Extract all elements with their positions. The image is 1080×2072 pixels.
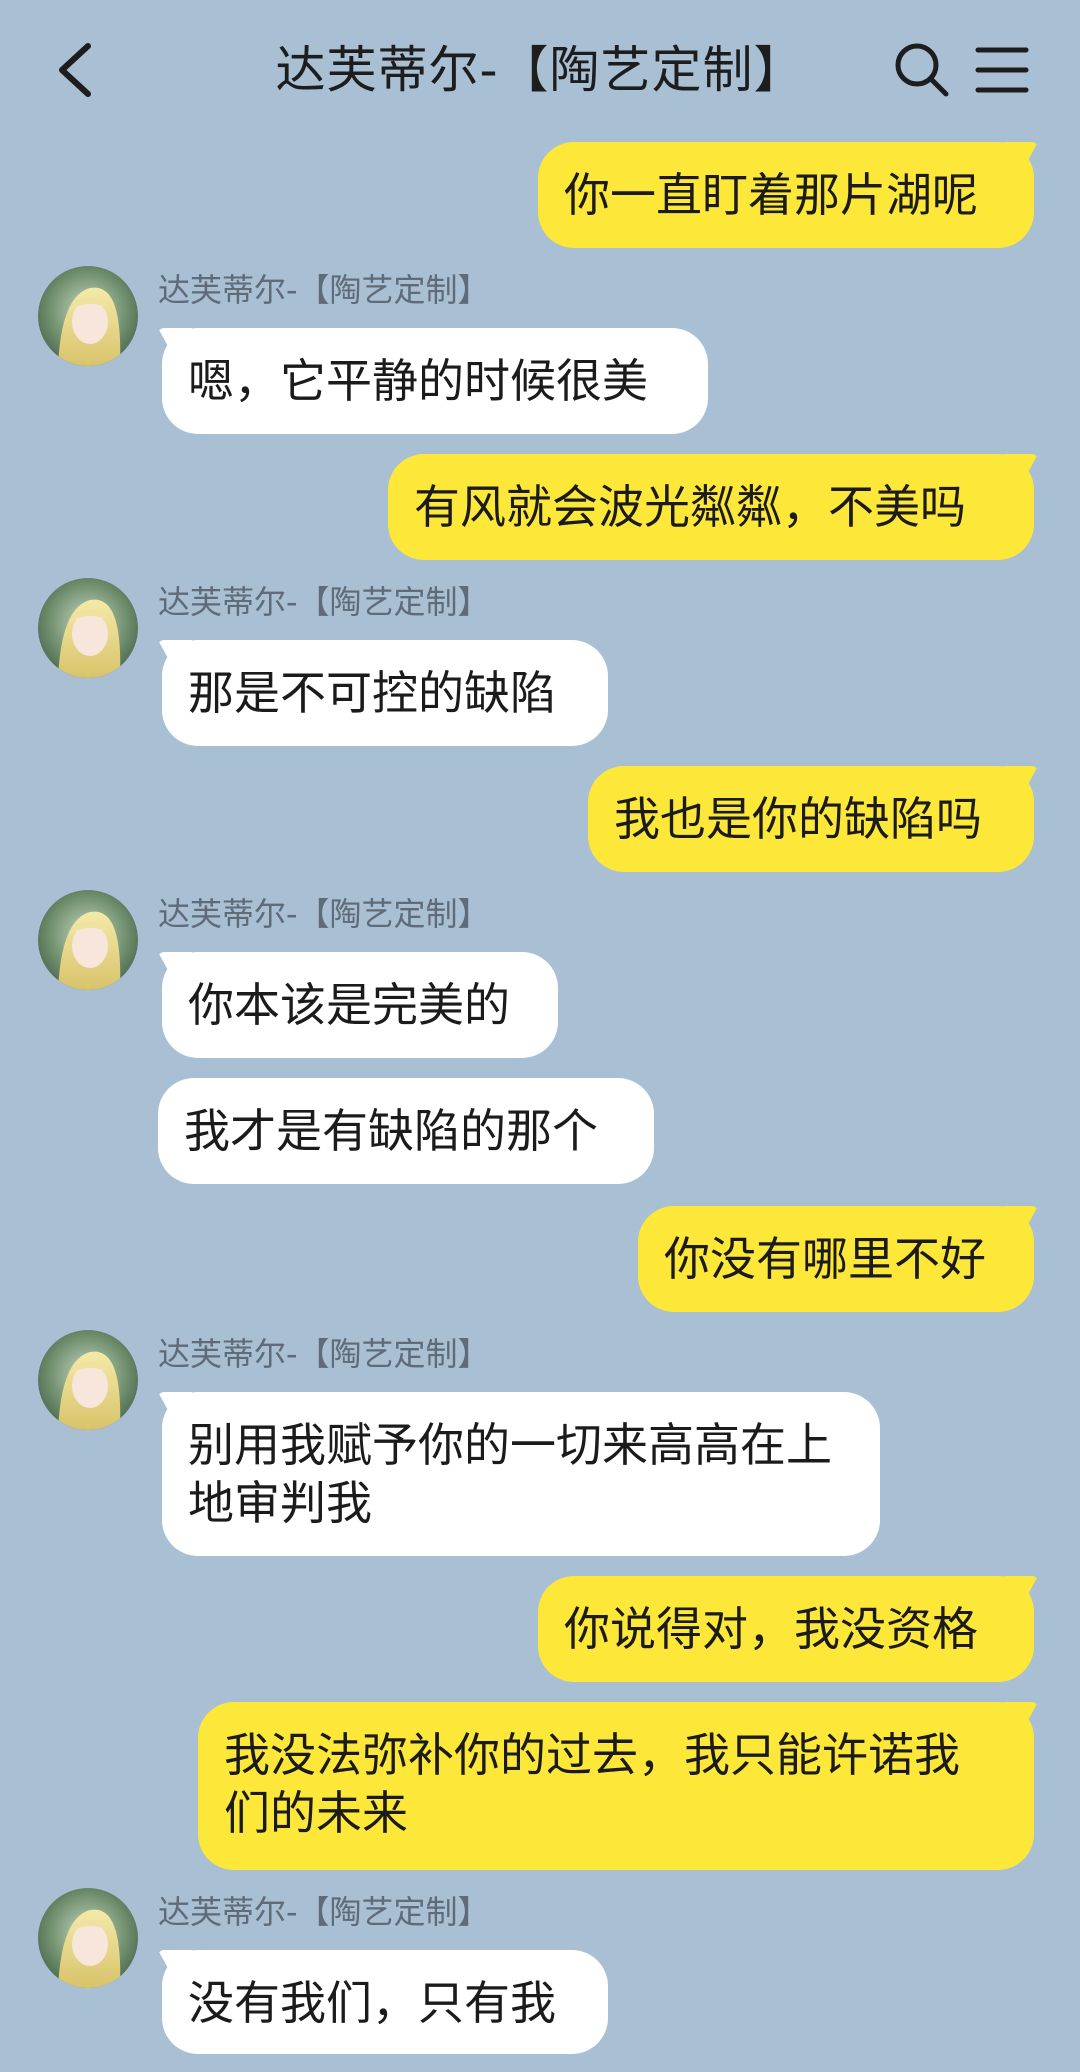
message-text: 你一直盯着那片湖呢 bbox=[564, 168, 978, 222]
sender-name: 达芙蒂尔-【陶艺定制】 bbox=[158, 1335, 490, 1373]
message-bubble-incoming[interactable]: 嗯，它平静的时候很美 bbox=[162, 328, 708, 434]
search-button[interactable] bbox=[892, 40, 952, 100]
avatar[interactable] bbox=[38, 578, 138, 678]
message-bubble-outgoing[interactable]: 你没有哪里不好 bbox=[638, 1206, 1034, 1312]
avatar[interactable] bbox=[38, 266, 138, 366]
message-text: 嗯，它平静的时候很美 bbox=[188, 354, 648, 408]
message-text: 我也是你的缺陷吗 bbox=[614, 792, 982, 846]
menu-icon bbox=[975, 47, 1029, 93]
message-text: 我才是有缺陷的那个 bbox=[184, 1104, 598, 1158]
message-bubble-outgoing[interactable]: 我也是你的缺陷吗 bbox=[588, 766, 1034, 872]
message-text: 没有我们，只有我 bbox=[188, 1976, 556, 2030]
message-bubble-outgoing[interactable]: 你一直盯着那片湖呢 bbox=[538, 142, 1034, 248]
top-bar: 达芙蒂尔-【陶艺定制】 bbox=[0, 0, 1080, 140]
message-text: 那是不可控的缺陷 bbox=[188, 666, 556, 720]
message-text: 别用我赋予你的一切来高高在上地审判我 bbox=[188, 1418, 832, 1530]
sender-name: 达芙蒂尔-【陶艺定制】 bbox=[158, 895, 490, 933]
message-bubble-incoming[interactable]: 我才是有缺陷的那个 bbox=[158, 1078, 654, 1184]
sender-name: 达芙蒂尔-【陶艺定制】 bbox=[158, 1893, 490, 1931]
message-text: 有风就会波光粼粼，不美吗 bbox=[414, 480, 966, 534]
message-text: 你没有哪里不好 bbox=[664, 1232, 986, 1286]
sender-name: 达芙蒂尔-【陶艺定制】 bbox=[158, 271, 490, 309]
message-bubble-incoming[interactable]: 别用我赋予你的一切来高高在上地审判我 bbox=[162, 1392, 880, 1556]
message-bubble-incoming[interactable]: 你本该是完美的 bbox=[162, 952, 558, 1058]
message-bubble-outgoing[interactable]: 有风就会波光粼粼，不美吗 bbox=[388, 454, 1034, 560]
message-bubble-incoming[interactable]: 那是不可控的缺陷 bbox=[162, 640, 608, 746]
avatar[interactable] bbox=[38, 890, 138, 990]
menu-button[interactable] bbox=[974, 44, 1030, 96]
sender-name: 达芙蒂尔-【陶艺定制】 bbox=[158, 583, 490, 621]
message-text: 你说得对，我没资格 bbox=[564, 1602, 978, 1656]
avatar[interactable] bbox=[38, 1330, 138, 1430]
message-text: 你本该是完美的 bbox=[188, 978, 510, 1032]
message-bubble-incoming[interactable]: 没有我们，只有我 bbox=[162, 1950, 608, 2054]
message-bubble-outgoing[interactable]: 我没法弥补你的过去，我只能许诺我们的未来 bbox=[198, 1702, 1034, 1870]
message-bubble-outgoing[interactable]: 你说得对，我没资格 bbox=[538, 1576, 1034, 1682]
message-text: 我没法弥补你的过去，我只能许诺我们的未来 bbox=[224, 1728, 960, 1840]
search-icon bbox=[895, 43, 949, 97]
avatar[interactable] bbox=[38, 1888, 138, 1988]
